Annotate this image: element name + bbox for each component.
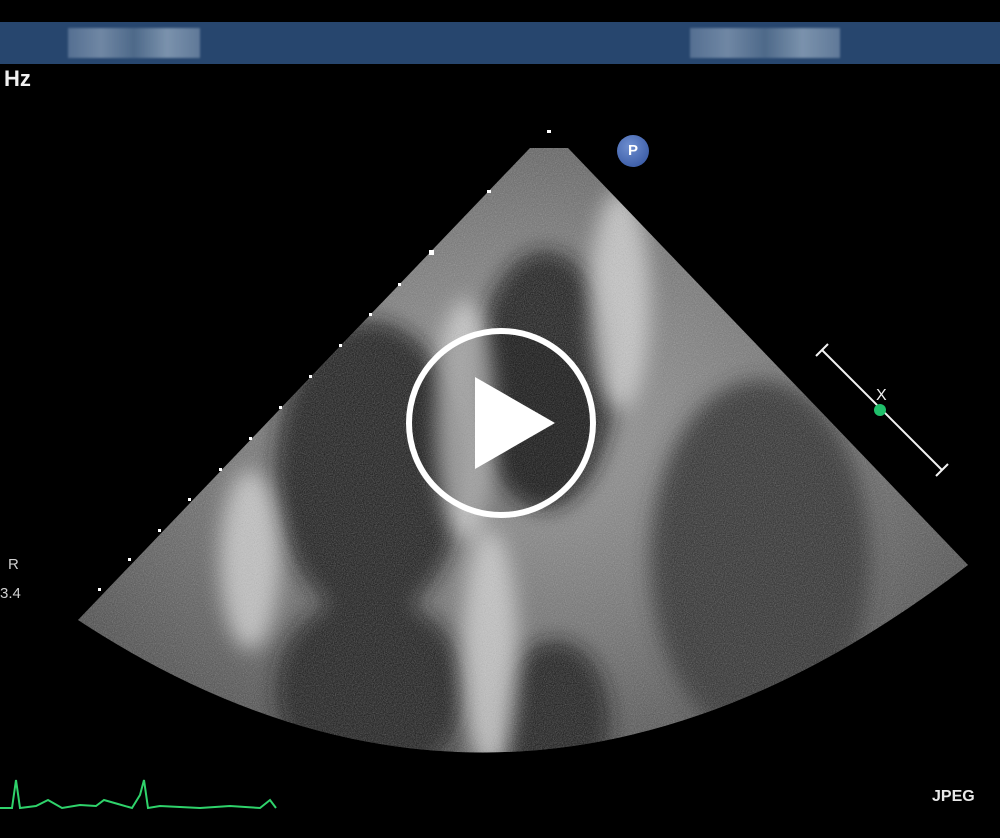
orientation-value: 3.4 bbox=[0, 585, 21, 602]
ecg-trace bbox=[0, 779, 277, 810]
focus-dot[interactable] bbox=[874, 404, 886, 416]
format-label: JPEG bbox=[932, 788, 975, 805]
play-icon bbox=[406, 328, 596, 518]
orientation-label: R bbox=[8, 556, 19, 573]
probe-indicator-badge: P bbox=[617, 135, 649, 167]
play-button[interactable] bbox=[403, 325, 599, 521]
focus-marker-label: X bbox=[876, 387, 887, 404]
